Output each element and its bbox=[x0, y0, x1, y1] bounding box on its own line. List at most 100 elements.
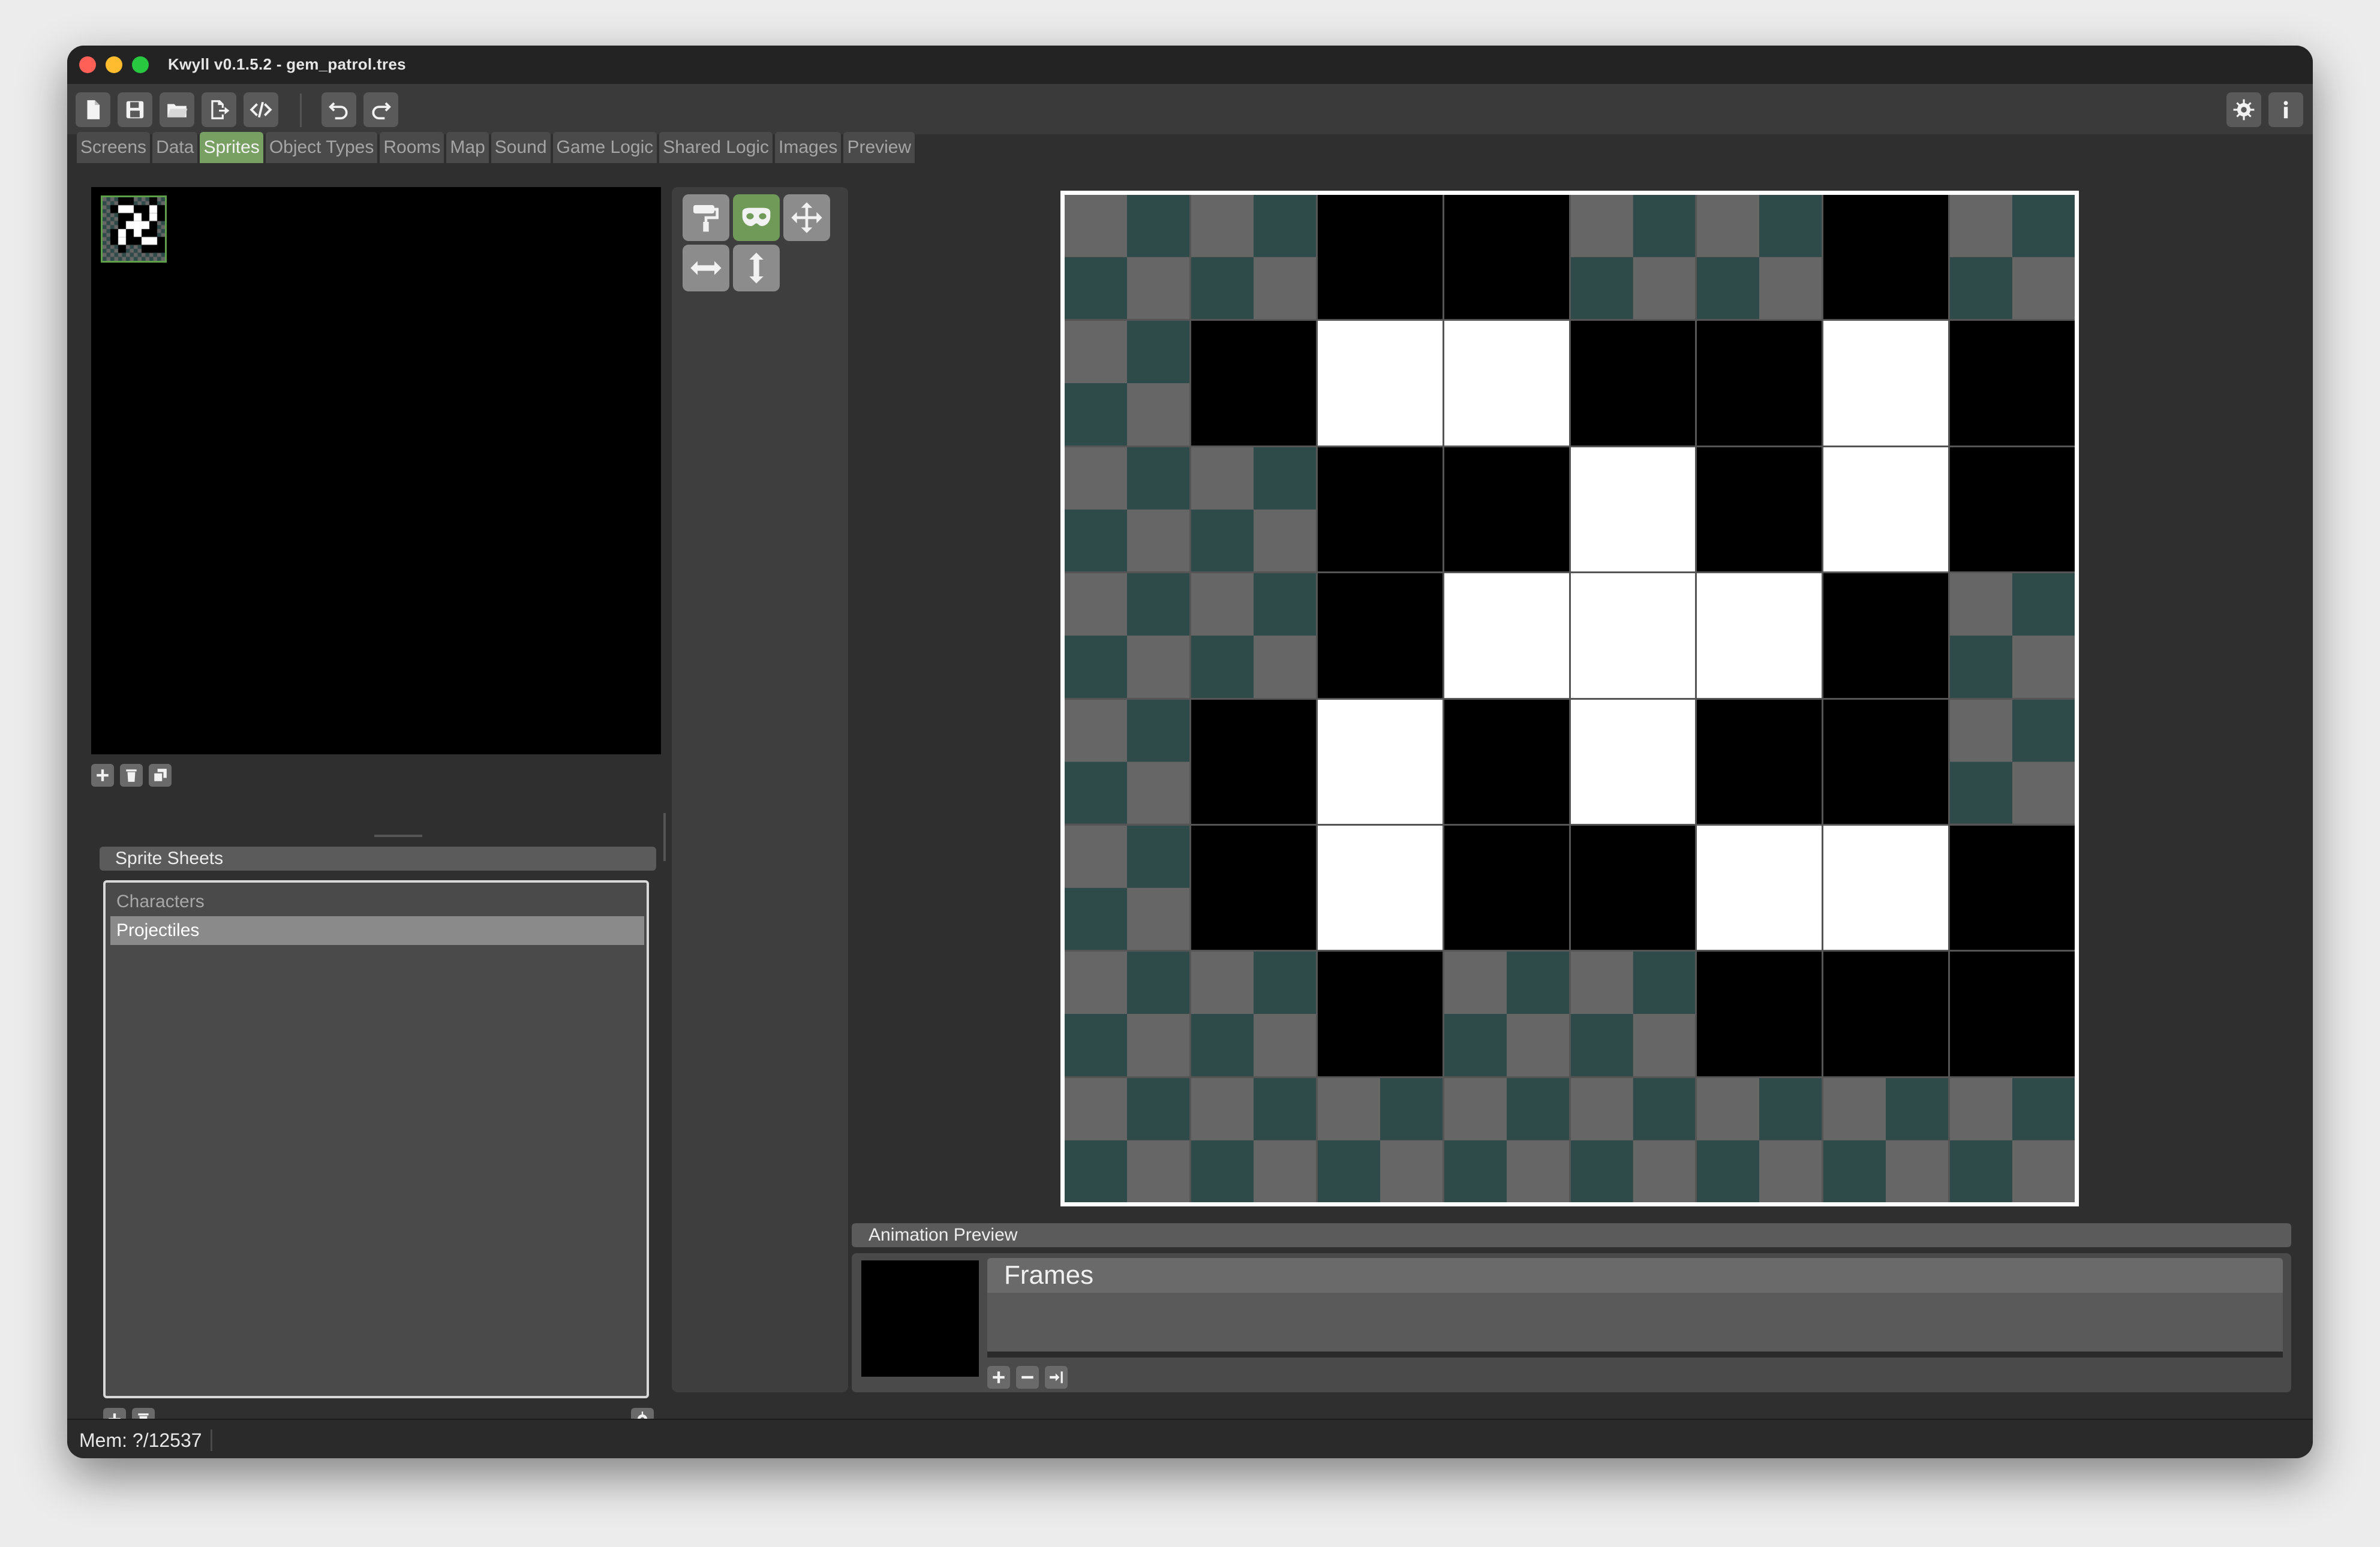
tab-map[interactable]: Map bbox=[446, 132, 489, 163]
pixel-cell[interactable] bbox=[1065, 573, 1189, 698]
pixel-cell[interactable] bbox=[1950, 447, 2075, 572]
frames-track[interactable] bbox=[987, 1293, 2283, 1358]
pixel-cell[interactable] bbox=[1697, 699, 1822, 824]
pixel-cell[interactable] bbox=[1317, 1078, 1443, 1202]
pixel-cell[interactable] bbox=[1950, 825, 2075, 950]
pixel-cell[interactable] bbox=[1191, 952, 1316, 1076]
pixel-cell[interactable] bbox=[1697, 952, 1822, 1076]
flip-horizontal-button[interactable] bbox=[683, 245, 729, 291]
pixel-cell[interactable] bbox=[1444, 952, 1569, 1076]
pixel-cell[interactable] bbox=[1191, 321, 1316, 446]
info-button[interactable] bbox=[2268, 92, 2303, 127]
pixel-cell[interactable] bbox=[1570, 1078, 1696, 1202]
pixel-cell[interactable] bbox=[1823, 699, 1949, 824]
pixel-cell[interactable] bbox=[1570, 321, 1696, 446]
pixel-cell[interactable] bbox=[1317, 321, 1443, 446]
tab-sprites[interactable]: Sprites bbox=[200, 132, 263, 163]
pixel-cell[interactable] bbox=[1570, 699, 1696, 824]
pixel-cell[interactable] bbox=[1317, 573, 1443, 698]
pixel-cell[interactable] bbox=[1444, 195, 1569, 320]
list-item[interactable]: Characters bbox=[110, 887, 644, 916]
pixel-cell[interactable] bbox=[1697, 1078, 1822, 1202]
move-tool-button[interactable] bbox=[783, 194, 830, 241]
add-sprite-button[interactable] bbox=[91, 764, 114, 787]
tab-object-types[interactable]: Object Types bbox=[265, 132, 378, 163]
maximize-window-button[interactable] bbox=[132, 56, 149, 73]
insert-frame-button[interactable] bbox=[1045, 1366, 1068, 1389]
pixel-cell[interactable] bbox=[1317, 195, 1443, 320]
pixel-cell[interactable] bbox=[1444, 825, 1569, 950]
new-file-button[interactable] bbox=[76, 92, 110, 127]
sprite-thumbnail[interactable] bbox=[101, 195, 167, 263]
sprite-sheets-list[interactable]: Characters Projectiles bbox=[103, 880, 649, 1398]
pixel-cell[interactable] bbox=[1823, 321, 1949, 446]
pixel-cell[interactable] bbox=[1065, 952, 1189, 1076]
pixel-cell[interactable] bbox=[1950, 195, 2075, 320]
pixel-cell[interactable] bbox=[1697, 573, 1822, 698]
list-item[interactable]: Projectiles bbox=[110, 916, 644, 945]
save-button[interactable] bbox=[118, 92, 152, 127]
pixel-cell[interactable] bbox=[1823, 573, 1949, 698]
pixel-cell[interactable] bbox=[1444, 1078, 1569, 1202]
pixel-cell[interactable] bbox=[1317, 952, 1443, 1076]
pixel-cell[interactable] bbox=[1697, 447, 1822, 572]
tab-data[interactable]: Data bbox=[152, 132, 198, 163]
paint-tool-button[interactable] bbox=[683, 194, 729, 241]
pixel-cell[interactable] bbox=[1823, 952, 1949, 1076]
pixel-cell[interactable] bbox=[1950, 321, 2075, 446]
tab-images[interactable]: Images bbox=[775, 132, 842, 163]
undo-button[interactable] bbox=[321, 92, 356, 127]
pixel-cell[interactable] bbox=[1950, 1078, 2075, 1202]
pixel-cell[interactable] bbox=[1317, 699, 1443, 824]
pixel-cell[interactable] bbox=[1570, 573, 1696, 698]
pixel-cell[interactable] bbox=[1191, 825, 1316, 950]
open-button[interactable] bbox=[160, 92, 194, 127]
pixel-cell[interactable] bbox=[1065, 195, 1189, 320]
pixel-cell[interactable] bbox=[1444, 321, 1569, 446]
pixel-cell[interactable] bbox=[1444, 699, 1569, 824]
pixel-cell[interactable] bbox=[1191, 573, 1316, 698]
pixel-cell[interactable] bbox=[1065, 1078, 1189, 1202]
pixel-cell[interactable] bbox=[1191, 447, 1316, 572]
pixel-cell[interactable] bbox=[1065, 321, 1189, 446]
export-button[interactable] bbox=[202, 92, 236, 127]
vertical-splitter[interactable] bbox=[663, 813, 666, 861]
pixel-cell[interactable] bbox=[1823, 447, 1949, 572]
pixel-cell[interactable] bbox=[1317, 447, 1443, 572]
add-frame-button[interactable] bbox=[987, 1366, 1010, 1389]
pixel-cell[interactable] bbox=[1823, 825, 1949, 950]
flip-vertical-button[interactable] bbox=[733, 245, 780, 291]
pixel-cell[interactable] bbox=[1317, 825, 1443, 950]
duplicate-sprite-button[interactable] bbox=[149, 764, 172, 787]
close-window-button[interactable] bbox=[79, 56, 96, 73]
pixel-cell[interactable] bbox=[1823, 1078, 1949, 1202]
pixel-cell[interactable] bbox=[1191, 195, 1316, 320]
mask-tool-button[interactable] bbox=[733, 194, 780, 241]
pixel-cell[interactable] bbox=[1697, 321, 1822, 446]
pixel-cell[interactable] bbox=[1191, 1078, 1316, 1202]
delete-sprite-button[interactable] bbox=[120, 764, 143, 787]
pixel-grid[interactable] bbox=[1065, 195, 2075, 1202]
tab-rooms[interactable]: Rooms bbox=[380, 132, 444, 163]
panel-splitter[interactable] bbox=[374, 835, 422, 837]
pixel-cell[interactable] bbox=[1444, 447, 1569, 572]
pixel-cell[interactable] bbox=[1570, 825, 1696, 950]
pixel-cell[interactable] bbox=[1444, 573, 1569, 698]
pixel-cell[interactable] bbox=[1191, 699, 1316, 824]
tab-game-logic[interactable]: Game Logic bbox=[552, 132, 657, 163]
pixel-editor[interactable] bbox=[1060, 191, 2079, 1206]
pixel-cell[interactable] bbox=[1570, 195, 1696, 320]
tab-shared-logic[interactable]: Shared Logic bbox=[659, 132, 773, 163]
pixel-cell[interactable] bbox=[1950, 952, 2075, 1076]
tab-sound[interactable]: Sound bbox=[491, 132, 551, 163]
pixel-cell[interactable] bbox=[1950, 699, 2075, 824]
pixel-cell[interactable] bbox=[1570, 952, 1696, 1076]
settings-button[interactable] bbox=[2226, 92, 2261, 127]
pixel-cell[interactable] bbox=[1570, 447, 1696, 572]
pixel-cell[interactable] bbox=[1697, 825, 1822, 950]
minimize-window-button[interactable] bbox=[106, 56, 122, 73]
tab-preview[interactable]: Preview bbox=[843, 132, 915, 163]
code-button[interactable] bbox=[244, 92, 278, 127]
pixel-cell[interactable] bbox=[1065, 825, 1189, 950]
remove-frame-button[interactable] bbox=[1016, 1366, 1039, 1389]
